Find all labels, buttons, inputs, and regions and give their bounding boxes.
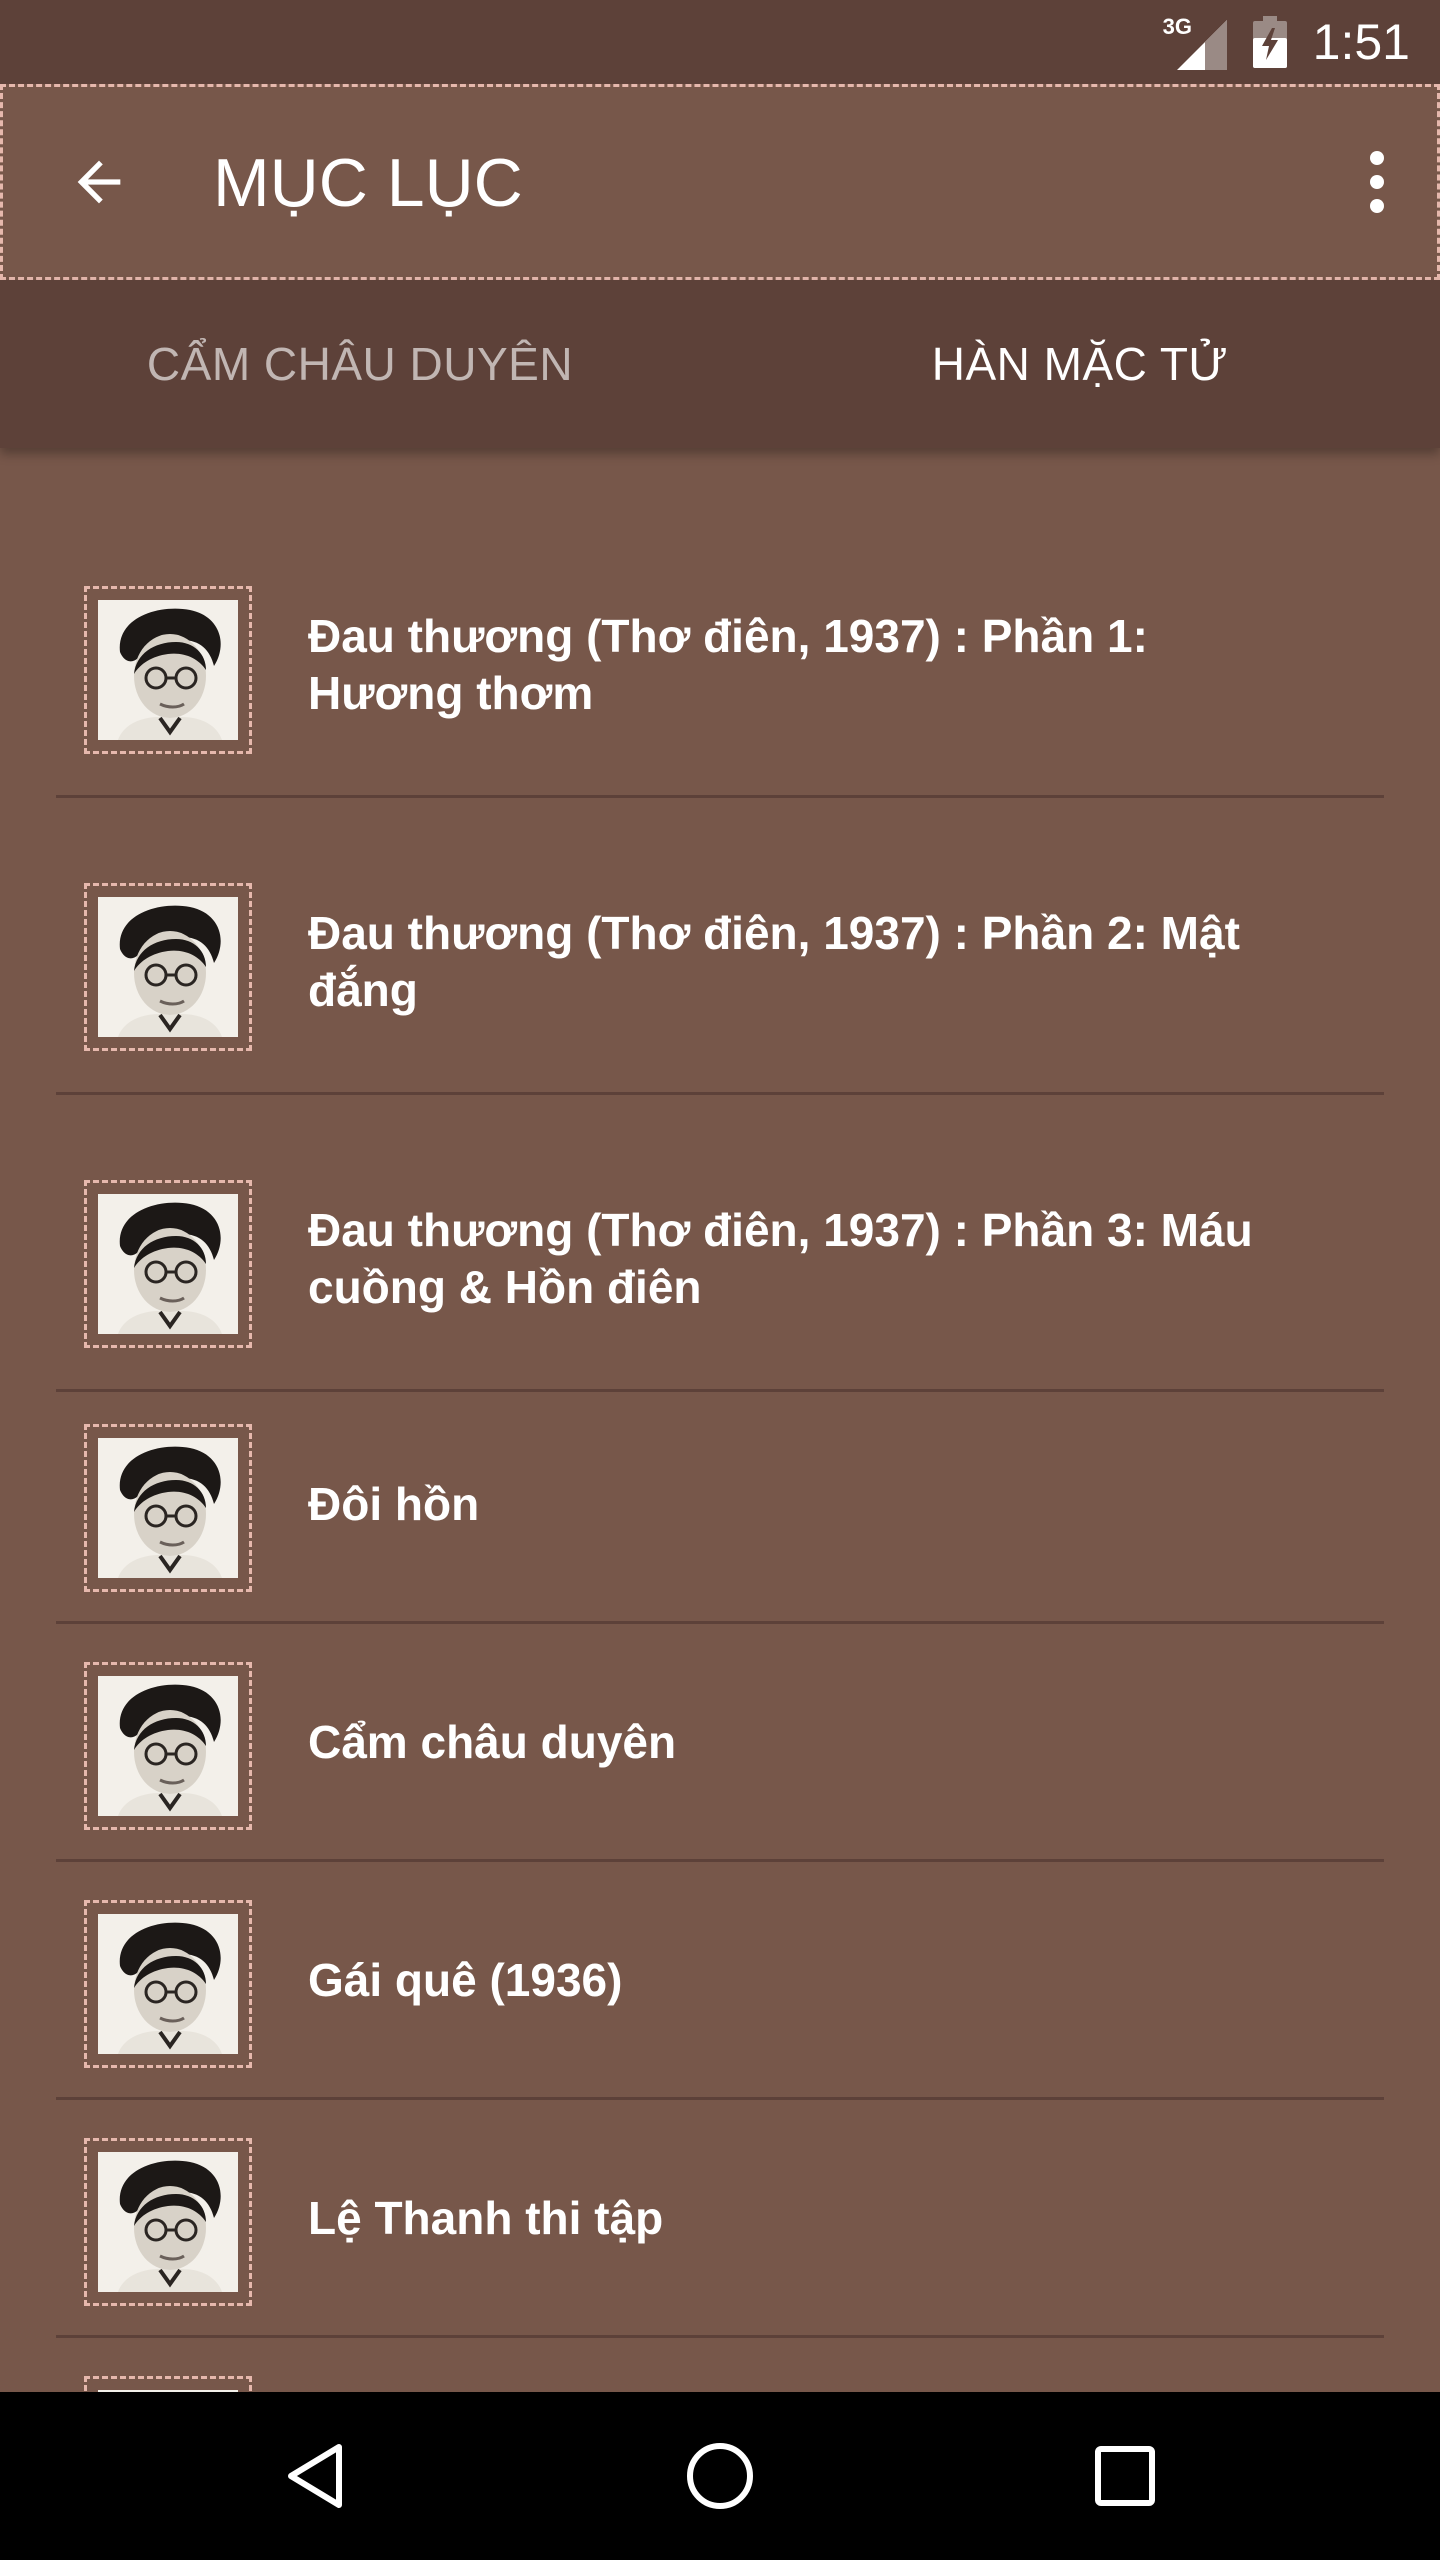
list-item-title-line2: Hương thơm	[308, 667, 594, 719]
thumbnail-frame	[84, 586, 252, 754]
list-item-title-line1: Đau thương (Thơ điên, 1937) : Phần 3: Má…	[308, 1204, 1253, 1256]
triangle-back-icon	[288, 2444, 342, 2508]
navigation-bar	[0, 2392, 1440, 2560]
author-portrait-icon	[98, 1194, 238, 1334]
author-portrait-icon	[98, 1914, 238, 2054]
author-portrait-icon	[98, 1676, 238, 1816]
page-title: MỤC LỤC	[213, 145, 523, 221]
list-item[interactable]: Gái quê (1936)	[56, 1862, 1384, 2100]
nav-home-button[interactable]	[670, 2426, 770, 2526]
list-item[interactable]: Lệ Thanh thi tập	[56, 2100, 1384, 2338]
list-item-title-line1: Đôi hồn	[308, 1478, 480, 1530]
status-bar: 3G 1:51	[0, 0, 1440, 84]
tab-bar: CẨM CHÂU DUYÊN HÀN MẶC TỬ	[0, 280, 1440, 448]
list-item-title-line1: Lệ Thanh thi tập	[308, 2192, 664, 2244]
list-item-title-line1: Gái quê (1936)	[308, 1954, 623, 2006]
thumbnail-frame	[84, 2376, 252, 2392]
list-item-title-line2: đắng	[308, 964, 418, 1016]
status-clock: 1:51	[1312, 14, 1410, 70]
thumbnail-frame	[84, 1180, 252, 1348]
thumbnail-frame	[84, 1424, 252, 1592]
overflow-menu-button[interactable]	[1345, 137, 1409, 227]
back-button[interactable]	[59, 142, 139, 222]
list-item-title-line1: Đau thương (Thơ điên, 1937) : Phần 2: Mậ…	[308, 907, 1240, 959]
arrow-back-icon	[77, 160, 121, 204]
thumbnail-frame	[84, 1900, 252, 2068]
app-bar: MỤC LỤC	[0, 84, 1440, 280]
thumbnail-frame	[84, 883, 252, 1051]
list-item[interactable]: Cẩm châu duyên	[56, 1624, 1384, 1862]
list-item[interactable]: Đau thương (Thơ điên, 1937) : Phần 1: Hư…	[56, 538, 1384, 798]
list-item-title-line1: Cẩm châu duyên	[308, 1716, 677, 1768]
author-portrait-icon	[98, 600, 238, 740]
list-item-title-line2: cuồng & Hồn điên	[308, 1261, 702, 1313]
tab-cam-chau-duyen[interactable]: CẨM CHÂU DUYÊN	[0, 280, 720, 448]
nav-recents-button[interactable]	[1075, 2426, 1175, 2526]
nav-back-button[interactable]	[265, 2426, 365, 2526]
thumbnail-frame	[84, 1662, 252, 1830]
signal-icon: 3G	[1163, 14, 1227, 70]
list-item[interactable]: Đau thương (Thơ điên, 1937) : Phần 2: Mậ…	[56, 835, 1384, 1095]
list-item[interactable]	[56, 2338, 1384, 2392]
thumbnail-frame	[84, 2138, 252, 2306]
author-portrait-icon	[98, 1438, 238, 1578]
battery-icon	[1252, 16, 1287, 68]
author-portrait-icon	[98, 897, 238, 1037]
more-vert-icon	[1370, 151, 1384, 213]
list-item-title-line1: Đau thương (Thơ điên, 1937) : Phần 1:	[308, 610, 1148, 662]
list-item[interactable]: Đau thương (Thơ điên, 1937) : Phần 3: Má…	[56, 1132, 1384, 1392]
list-item[interactable]: Đôi hồn	[56, 1386, 1384, 1624]
tab-han-mac-tu[interactable]: HÀN MẶC TỬ	[720, 280, 1440, 448]
poem-list[interactable]: Đau thương (Thơ điên, 1937) : Phần 1: Hư…	[0, 448, 1440, 2392]
author-portrait-icon	[98, 2152, 238, 2292]
square-recents-icon	[1095, 2446, 1155, 2506]
circle-home-icon	[687, 2443, 753, 2509]
